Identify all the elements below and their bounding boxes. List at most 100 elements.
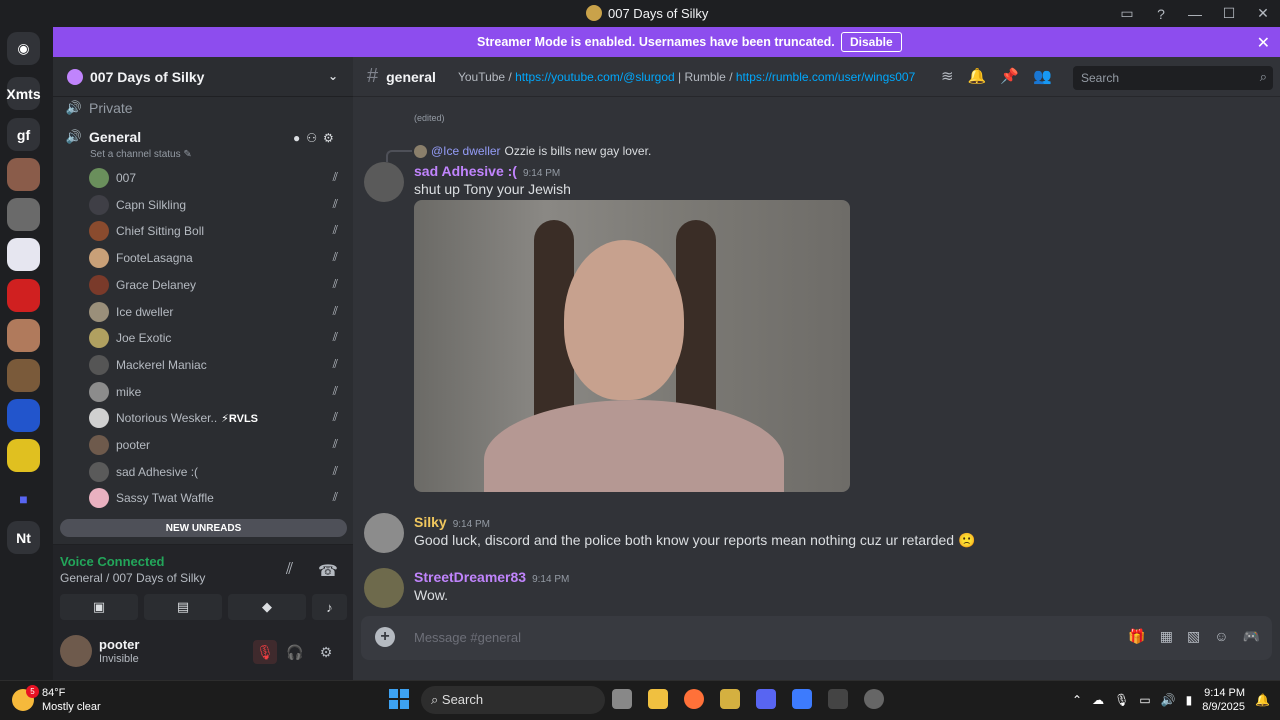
volume-icon[interactable]: 🔊 <box>1161 693 1176 707</box>
close-window-button[interactable]: ✕ <box>1246 0 1280 27</box>
message-author[interactable]: StreetDreamer83 9:14 PM <box>414 569 569 585</box>
guild-avatar[interactable] <box>7 359 40 392</box>
members-icon[interactable]: 👥 <box>1033 67 1052 85</box>
guild-nt[interactable]: Nt <box>7 521 40 554</box>
threads-icon[interactable]: ≋ <box>941 67 954 85</box>
message-image[interactable] <box>414 200 850 492</box>
start-button[interactable] <box>389 689 409 709</box>
battery-icon[interactable]: ▮ <box>1186 693 1193 707</box>
guild-xmts[interactable]: Xmts <box>6 77 41 110</box>
channel-general[interactable]: 🔊 General <box>65 129 141 145</box>
voice-member[interactable]: FooteLasagna ⫽ <box>89 246 344 270</box>
voice-member[interactable]: Grace Delaney ⫽ <box>89 273 344 297</box>
discord-icon[interactable] <box>756 689 776 709</box>
file-explorer-icon[interactable] <box>648 689 668 709</box>
guild-avatar[interactable] <box>7 158 40 191</box>
firefox-icon[interactable] <box>684 689 704 709</box>
vpn-icon[interactable] <box>792 689 812 709</box>
microphone-icon[interactable]: 🎙 <box>1114 693 1129 707</box>
python-icon[interactable] <box>720 689 740 709</box>
gear-icon[interactable]: ⚙ <box>323 131 334 145</box>
channel-private[interactable]: 🔊 Private <box>65 100 133 116</box>
voice-member[interactable]: Notorious Wesker.. ⚡RVLS ⫽ <box>89 406 344 430</box>
minimize-button[interactable]: — <box>1178 0 1212 27</box>
soundboard-button[interactable]: ♪ <box>312 594 347 620</box>
rumble-link[interactable]: https://rumble.com/user/wings007 <box>736 70 915 84</box>
camera-button[interactable]: ▣ <box>60 594 138 620</box>
voice-member[interactable]: mike ⫽ <box>89 380 344 404</box>
message-author[interactable]: sad Adhesive :(9:14 PM <box>414 163 560 179</box>
gear-icon[interactable]: ⚙ <box>314 640 338 664</box>
add-attachment-icon[interactable]: + <box>375 627 395 647</box>
voice-member[interactable]: Ice dweller ⫽ <box>89 300 344 324</box>
windows-taskbar: 5 84°F Mostly clear ⌕ Search ⌃ ☁ 🎙 ▭ 🔊 ▮ … <box>0 680 1280 720</box>
youtube-link[interactable]: https://youtube.com/@slurgod <box>515 70 675 84</box>
voice-channel[interactable]: General / 007 Days of Silky <box>60 571 205 585</box>
chat-icon[interactable]: ● <box>293 131 300 145</box>
activities-button[interactable]: ◆ <box>228 594 306 620</box>
new-unreads-pill[interactable]: NEW UNREADS <box>60 519 347 537</box>
username[interactable]: pooter <box>99 637 139 652</box>
voice-member[interactable]: Capn Silkling ⫽ <box>89 193 344 217</box>
voice-member[interactable]: Mackerel Maniac ⫽ <box>89 353 344 377</box>
message-author[interactable]: Silky 9:14 PM <box>414 514 490 530</box>
window-title: 007 Days of Silky <box>586 5 708 21</box>
guild-avatar[interactable] <box>7 238 40 271</box>
guild-avatar[interactable] <box>7 279 40 312</box>
invite-icon[interactable]: ⚇ <box>306 131 317 145</box>
app-icon[interactable] <box>864 689 884 709</box>
channel-status[interactable]: Set a channel status ✎ <box>90 149 192 160</box>
pin-icon[interactable]: 📌 <box>1000 67 1019 85</box>
message-text: shut up Tony your Jewish <box>414 181 571 197</box>
voice-member[interactable]: pooter ⫽ <box>89 433 344 457</box>
reply-preview[interactable]: @Ice dweller Ozzie is bills new gay love… <box>414 144 651 158</box>
task-view-icon[interactable] <box>612 689 632 709</box>
gift-icon[interactable]: 🎁 <box>1128 628 1145 645</box>
emoji-icon[interactable]: ☺ <box>1214 628 1228 645</box>
guild-avatar[interactable] <box>7 439 40 472</box>
gif-icon[interactable]: ▦ <box>1160 628 1173 645</box>
onedrive-icon[interactable]: ☁ <box>1092 693 1104 707</box>
taskbar-search[interactable]: ⌕ Search <box>421 686 605 714</box>
voice-member[interactable]: Joe Exotic ⫽ <box>89 326 344 350</box>
sticker-icon[interactable]: ▧ <box>1187 628 1200 645</box>
deafened-icon: ⫽ <box>332 437 338 451</box>
mute-mic-icon[interactable]: 🎙 <box>253 640 277 664</box>
discord-home-icon[interactable]: ◉ <box>7 32 40 65</box>
chevron-up-icon[interactable]: ⌃ <box>1072 693 1082 707</box>
disable-button[interactable]: Disable <box>841 32 902 52</box>
voice-member[interactable]: Chief Sitting Boll ⫽ <box>89 219 344 243</box>
avatar[interactable] <box>364 513 404 553</box>
weather-widget[interactable]: 5 84°F Mostly clear <box>12 685 101 714</box>
guild-avatar[interactable] <box>7 198 40 231</box>
avatar[interactable] <box>364 568 404 608</box>
network-icon[interactable]: ▭ <box>1139 693 1150 707</box>
deafened-icon: ⫽ <box>332 223 338 238</box>
avatar[interactable] <box>60 635 92 667</box>
guild-gf[interactable]: gf <box>7 118 40 151</box>
server-header[interactable]: 007 Days of Silky ⌄ <box>53 57 353 97</box>
search-input[interactable]: Search ⌕ <box>1073 66 1273 90</box>
avatar[interactable] <box>364 162 404 202</box>
terminal-icon[interactable] <box>828 689 848 709</box>
guild-avatar[interactable] <box>7 399 40 432</box>
bell-icon[interactable]: 🔔 <box>968 67 987 85</box>
message-input[interactable]: Message #general <box>414 630 521 645</box>
disconnect-icon[interactable]: ☎ <box>318 561 338 581</box>
maximize-button[interactable]: ☐ <box>1212 0 1246 27</box>
notifications-icon[interactable]: 🔔 <box>1255 693 1270 707</box>
screen-share-button[interactable]: ▤ <box>144 594 222 620</box>
voice-member[interactable]: 007 ⫽ <box>89 166 344 190</box>
game-icon[interactable]: 🎮 <box>1243 628 1260 645</box>
voice-member[interactable]: Sassy Twat Waffle ⫽ <box>89 486 344 510</box>
help-icon[interactable]: ? <box>1144 0 1178 27</box>
noise-suppression-icon[interactable]: ⫽ <box>286 561 293 579</box>
message-composer[interactable]: + Message #general 🎁 ▦ ▧ ☺ 🎮 <box>361 616 1272 660</box>
headphones-icon[interactable]: 🎧 <box>283 640 307 664</box>
close-icon[interactable]: ✕ <box>1257 33 1270 53</box>
folder-icon[interactable]: ■ <box>7 482 40 515</box>
voice-member[interactable]: sad Adhesive :(⫽ <box>89 460 344 484</box>
inbox-icon[interactable]: ▭ <box>1110 0 1144 27</box>
clock[interactable]: 9:14 PM 8/9/2025 <box>1202 686 1245 714</box>
guild-avatar[interactable] <box>7 319 40 352</box>
